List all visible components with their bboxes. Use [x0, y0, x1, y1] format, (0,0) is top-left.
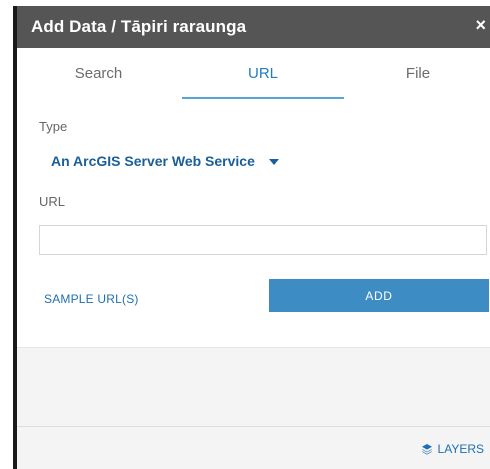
url-label: URL — [39, 194, 66, 209]
tab-search[interactable]: Search — [17, 48, 180, 99]
add-data-panel: Add Data / Tāpiri raraunga × Search URL … — [13, 6, 490, 469]
add-button[interactable]: ADD — [269, 279, 489, 312]
layers-label: LAYERS — [437, 442, 484, 456]
tab-bar: Search URL File — [17, 48, 490, 99]
type-label: Type — [39, 119, 68, 134]
service-type-value: An ArcGIS Server Web Service — [51, 153, 255, 169]
tab-file[interactable]: File — [346, 48, 490, 99]
layers-icon — [421, 444, 432, 455]
panel-titlebar: Add Data / Tāpiri raraunga × — [17, 6, 490, 48]
chevron-down-icon — [268, 159, 279, 166]
tab-url[interactable]: URL — [182, 48, 344, 99]
panel-title: Add Data / Tāpiri raraunga — [31, 17, 247, 36]
service-type-dropdown[interactable]: An ArcGIS Server Web Service — [51, 153, 279, 169]
results-area — [17, 347, 490, 427]
panel-footer: LAYERS — [17, 426, 490, 469]
close-icon[interactable]: × — [475, 15, 486, 36]
layers-link[interactable]: LAYERS — [421, 442, 484, 456]
url-input[interactable] — [39, 225, 487, 255]
sample-urls-link[interactable]: SAMPLE URL(S) — [44, 292, 139, 306]
